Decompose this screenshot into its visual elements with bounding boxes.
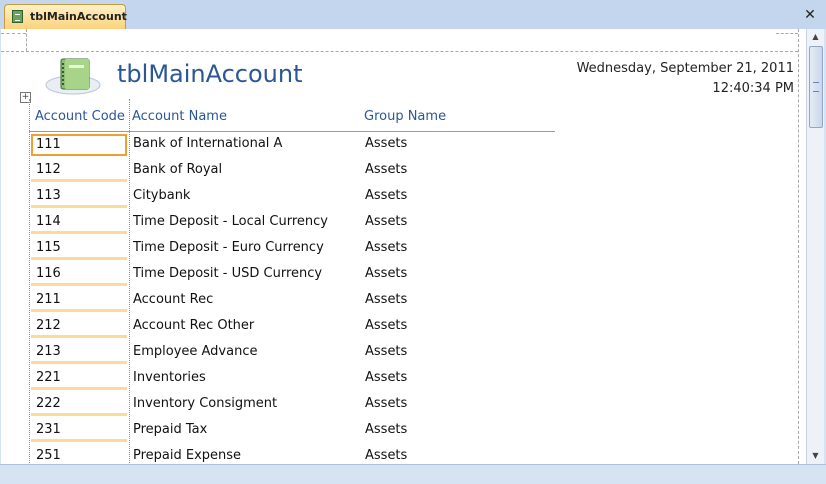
table-row: 115 Time Deposit - Euro Currency Assets (29, 237, 569, 263)
account-name-cell[interactable]: Inventories (133, 368, 206, 388)
table-row: 212 Account Rec Other Assets (29, 315, 569, 341)
table-row: 251 Prepaid Expense Assets (29, 445, 569, 464)
tab-tblmainaccount[interactable]: tblMainAccount (4, 4, 127, 29)
account-code-cell[interactable]: 114 (31, 212, 127, 234)
group-name-cell[interactable]: Assets (365, 420, 407, 440)
margin-guide (26, 29, 27, 51)
account-code-cell[interactable]: 231 (31, 420, 127, 442)
table-row: 113 Citybank Assets (29, 185, 569, 211)
margin-guide (776, 33, 798, 34)
account-code-cell[interactable]: 111 (31, 134, 127, 156)
table-row: 213 Employee Advance Assets (29, 341, 569, 367)
account-code-cell[interactable]: 112 (31, 160, 127, 182)
group-name-cell[interactable]: Assets (365, 316, 407, 336)
report-canvas: tblMainAccount Wednesday, September 21, … (1, 29, 806, 464)
section-divider-top (1, 51, 798, 52)
document-tab-bar: tblMainAccount ✕ (0, 0, 826, 29)
group-name-cell[interactable]: Assets (365, 212, 407, 232)
scroll-up-arrow[interactable]: ▲ (807, 29, 824, 45)
margin-guide (1, 33, 26, 34)
account-code-cell[interactable]: 221 (31, 368, 127, 390)
scroll-thumb[interactable] (809, 46, 823, 128)
account-name-cell[interactable]: Bank of Royal (133, 160, 222, 180)
account-name-cell[interactable]: Prepaid Expense (133, 446, 241, 464)
notebook-icon (45, 58, 101, 95)
account-name-cell[interactable]: Prepaid Tax (133, 420, 207, 440)
report-date: Wednesday, September 21, 2011 (576, 61, 794, 76)
account-name-cell[interactable]: Bank of International A (133, 134, 282, 154)
account-name-cell[interactable]: Employee Advance (133, 342, 257, 362)
account-code-cell[interactable]: 113 (31, 186, 127, 208)
account-code-cell[interactable]: 211 (31, 290, 127, 312)
account-code-cell[interactable]: 212 (31, 316, 127, 338)
header-account-code[interactable]: Account Code (35, 109, 125, 124)
group-name-cell[interactable]: Assets (365, 446, 407, 464)
account-name-cell[interactable]: Inventory Consigment (133, 394, 277, 414)
table-row: 231 Prepaid Tax Assets (29, 419, 569, 445)
account-name-cell[interactable]: Time Deposit - Local Currency (133, 212, 328, 232)
account-code-cell[interactable]: 222 (31, 394, 127, 416)
account-name-cell[interactable]: Citybank (133, 186, 190, 206)
account-code-cell[interactable]: 213 (31, 342, 127, 364)
close-button[interactable]: ✕ (800, 6, 820, 24)
status-strip (0, 464, 826, 484)
account-name-cell[interactable]: Account Rec Other (133, 316, 254, 336)
account-code-cell[interactable]: 115 (31, 238, 127, 260)
table-row: 111 Bank of International A Assets (29, 133, 569, 159)
table-icon (12, 10, 23, 23)
group-name-cell[interactable]: Assets (365, 368, 407, 388)
report-time: 12:40:34 PM (712, 81, 794, 96)
account-name-cell[interactable]: Time Deposit - USD Currency (133, 264, 322, 284)
table-row: 114 Time Deposit - Local Currency Assets (29, 211, 569, 237)
table-row: 222 Inventory Consigment Assets (29, 393, 569, 419)
header-account-name[interactable]: Account Name (132, 109, 227, 124)
table-row: 116 Time Deposit - USD Currency Assets (29, 263, 569, 289)
group-name-cell[interactable]: Assets (365, 160, 407, 180)
table-row: 211 Account Rec Assets (29, 289, 569, 315)
scroll-down-arrow[interactable]: ▼ (807, 448, 824, 464)
account-name-cell[interactable]: Account Rec (133, 290, 213, 310)
group-name-cell[interactable]: Assets (365, 290, 407, 310)
header-group-name[interactable]: Group Name (364, 109, 446, 124)
header-underline (29, 131, 555, 132)
tab-label: tblMainAccount (30, 10, 127, 23)
account-code-cell[interactable]: 251 (31, 446, 127, 464)
table-row: 221 Inventories Assets (29, 367, 569, 393)
group-name-cell[interactable]: Assets (365, 264, 407, 284)
group-name-cell[interactable]: Assets (365, 394, 407, 414)
account-code-cell[interactable]: 116 (31, 264, 127, 286)
grip-icon (813, 82, 819, 92)
group-name-cell[interactable]: Assets (365, 186, 407, 206)
table-row: 112 Bank of Royal Assets (29, 159, 569, 185)
group-name-cell[interactable]: Assets (365, 342, 407, 362)
right-margin-guide (798, 29, 799, 464)
group-name-cell[interactable]: Assets (365, 134, 407, 154)
vertical-scrollbar[interactable]: ▲ ▼ (806, 29, 824, 464)
account-name-cell[interactable]: Time Deposit - Euro Currency (133, 238, 324, 258)
report-title: tblMainAccount (117, 60, 303, 88)
group-name-cell[interactable]: Assets (365, 238, 407, 258)
